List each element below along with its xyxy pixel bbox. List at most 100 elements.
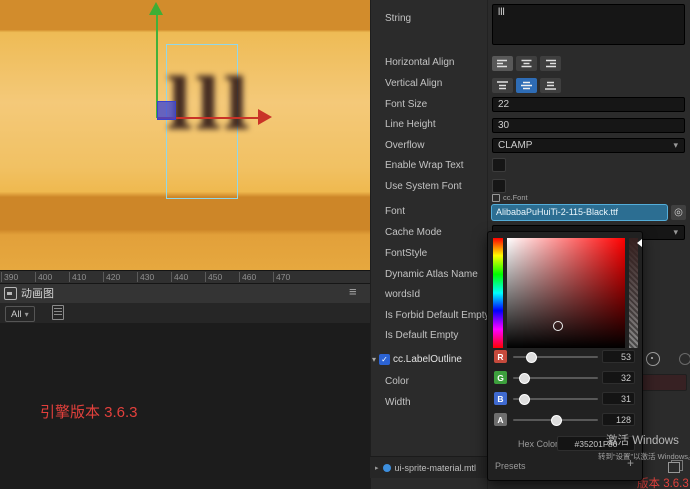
- ruler-tick: 400: [34, 272, 53, 282]
- halign-center-icon: [521, 59, 532, 68]
- valign-top-button[interactable]: [492, 78, 513, 93]
- font-asset-type-label: cc.Font: [503, 193, 528, 202]
- halign-left-icon: [497, 59, 507, 68]
- gizmo-x-arrowhead-icon: [258, 109, 272, 125]
- label-font: Font: [385, 206, 406, 217]
- channel-a-badge: A: [494, 413, 507, 426]
- channel-row-r: R 53: [488, 350, 642, 364]
- animation-filter-dropdown[interactable]: All ▾: [5, 306, 35, 322]
- gizmo-y-arrowhead-icon: [149, 2, 163, 15]
- chevron-down-icon[interactable]: ▾: [372, 355, 376, 364]
- label-is-default-empty: Is Default Empty: [385, 330, 459, 341]
- ruler-tick: 390: [0, 272, 19, 282]
- gizmo-xy-handle[interactable]: [157, 101, 176, 120]
- animation-panel-tabbar: [0, 283, 370, 305]
- caret-right-icon[interactable]: ▸: [375, 464, 379, 472]
- component-help-icon[interactable]: [646, 352, 660, 366]
- font-asset-field[interactable]: AlibabaPuHuiTi-2-115-Black.ttf: [492, 205, 667, 220]
- label-horizontal-align: Horizontal Align: [385, 57, 455, 68]
- saturation-value-box[interactable]: [507, 238, 625, 348]
- channel-b-value[interactable]: 31: [602, 392, 635, 405]
- label-cache-mode: Cache Mode: [385, 227, 442, 238]
- locate-asset-button[interactable]: ◎: [671, 205, 686, 220]
- label-is-forbid-default-empty: Is Forbid Default Empty: [385, 310, 490, 321]
- channel-a-knob[interactable]: [551, 415, 562, 426]
- label-string: String: [385, 13, 412, 24]
- channel-row-g: G 32: [488, 371, 642, 385]
- scene-ruler: 390 400 410 420 430 440 450 460 470: [0, 270, 370, 284]
- chevron-down-icon: ▾: [673, 140, 678, 150]
- chevron-down-icon: ▾: [24, 309, 29, 319]
- label-use-system-font: Use System Font: [385, 181, 462, 192]
- label-font-style: FontStyle: [385, 248, 428, 259]
- animation-clip-icon[interactable]: [52, 305, 64, 320]
- halign-center-button[interactable]: [516, 56, 537, 71]
- channel-g-value[interactable]: 32: [602, 371, 635, 384]
- label-width: Width: [385, 397, 411, 408]
- line-height-input[interactable]: 30: [492, 118, 685, 133]
- front-square-icon: [668, 462, 680, 473]
- label-font-size: Font Size: [385, 99, 428, 110]
- channel-row-a: A 128: [488, 413, 642, 427]
- hamburger-menu-icon[interactable]: ≡: [349, 284, 357, 299]
- ruler-tick: 410: [68, 272, 87, 282]
- label-words-id: wordsId: [385, 289, 421, 300]
- channel-r-knob[interactable]: [526, 352, 537, 363]
- string-input[interactable]: lll: [492, 4, 685, 45]
- label-overflow: Overflow: [385, 140, 425, 151]
- font-asset-type-chip: cc.Font: [492, 193, 528, 202]
- presets-label: Presets: [495, 461, 526, 471]
- hex-color-label: Hex Color: [518, 439, 559, 449]
- target-icon: ◎: [674, 207, 683, 218]
- ruler-tick: 440: [170, 272, 189, 282]
- overflow-select[interactable]: CLAMP ▾: [492, 138, 685, 153]
- channel-g-badge: G: [494, 371, 507, 384]
- channel-r-value[interactable]: 53: [602, 350, 635, 363]
- label-node-preview[interactable]: lll: [166, 70, 250, 140]
- tab-animation[interactable]: 动画图: [4, 286, 54, 300]
- channel-r-badge: R: [494, 350, 507, 363]
- animation-icon: [4, 286, 17, 300]
- channel-g-knob[interactable]: [519, 373, 530, 384]
- label-dynamic-atlas-name: Dynamic Atlas Name: [385, 269, 478, 280]
- channel-b-knob[interactable]: [519, 394, 530, 405]
- windows-activation-watermark-line1: 激活 Windows: [606, 435, 679, 447]
- material-icon: [382, 463, 391, 472]
- engine-version-text: 引擎版本 3.6.3: [40, 404, 138, 421]
- material-row[interactable]: ▸ ui-sprite-material.mtl: [370, 456, 492, 478]
- ruler-tick: 420: [102, 272, 121, 282]
- component-options-icon[interactable]: [679, 353, 690, 365]
- sv-cursor[interactable]: [553, 321, 563, 331]
- use-system-font-checkbox[interactable]: [492, 179, 506, 193]
- font-size-input[interactable]: 22: [492, 97, 685, 112]
- alpha-marker-icon[interactable]: [637, 239, 642, 247]
- inspector-labels-column: [370, 0, 488, 489]
- material-name: ui-sprite-material.mtl: [394, 462, 477, 473]
- enable-wrap-text-checkbox[interactable]: [492, 158, 506, 172]
- valign-middle-button[interactable]: [516, 78, 537, 93]
- label-color: Color: [385, 376, 409, 387]
- windows-activation-watermark-line2: 转到“设置”以激活 Windows。: [598, 452, 690, 461]
- halign-left-button[interactable]: [492, 56, 513, 71]
- channel-row-b: B 31: [488, 392, 642, 406]
- component-header-labeloutline[interactable]: ▾ ✓ cc.LabelOutline: [372, 351, 486, 367]
- overflow-value: CLAMP: [498, 140, 533, 151]
- animation-filter-label: All: [11, 308, 22, 320]
- valign-top-icon: [497, 81, 508, 90]
- label-vertical-align: Vertical Align: [385, 78, 443, 89]
- labeloutline-enabled-checkbox[interactable]: ✓: [379, 353, 391, 365]
- ruler-tick: 450: [204, 272, 223, 282]
- ruler-tick: 430: [136, 272, 155, 282]
- label-line-height: Line Height: [385, 119, 436, 130]
- halign-right-button[interactable]: [540, 56, 561, 71]
- asset-type-icon: [492, 193, 500, 202]
- hue-strip[interactable]: [493, 238, 503, 348]
- valign-bottom-icon: [545, 81, 556, 90]
- valign-bottom-button[interactable]: [540, 78, 561, 93]
- halign-right-icon: [546, 59, 556, 68]
- channel-a-value[interactable]: 128: [602, 413, 635, 426]
- ruler-tick: 470: [272, 272, 291, 282]
- label-enable-wrap-text: Enable Wrap Text: [385, 160, 464, 171]
- alpha-strip[interactable]: [629, 238, 638, 348]
- channel-b-badge: B: [494, 392, 507, 405]
